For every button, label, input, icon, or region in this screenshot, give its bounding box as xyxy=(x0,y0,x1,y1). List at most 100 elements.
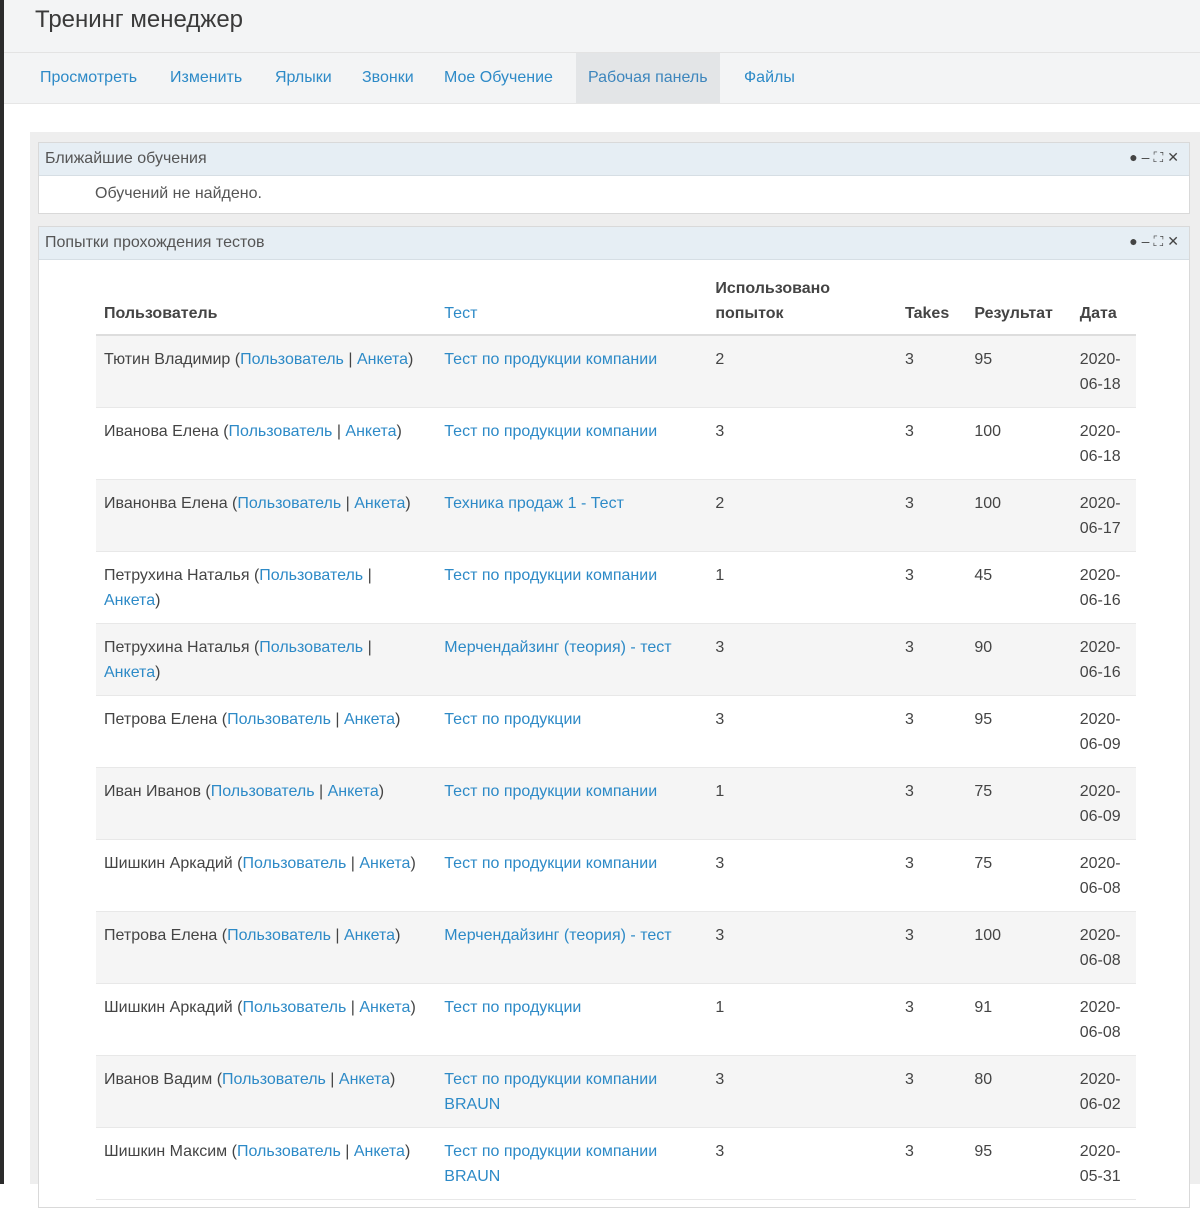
result-cell: 95 xyxy=(966,1127,1072,1200)
profile-link[interactable]: Анкета xyxy=(359,855,410,872)
user-link[interactable]: Пользователь xyxy=(227,927,331,944)
user-link[interactable]: Пользователь xyxy=(242,855,346,872)
paren-close: ) xyxy=(395,927,401,944)
block-title: Ближайшие обучения xyxy=(45,150,207,167)
test-cell: Тест по продукции xyxy=(436,983,708,1056)
test-link[interactable]: Тест по продукции xyxy=(444,999,581,1016)
minimize-icon[interactable]: – xyxy=(1142,149,1154,165)
close-icon[interactable]: ✕ xyxy=(1167,149,1183,165)
profile-link[interactable]: Анкета xyxy=(104,592,155,609)
test-link[interactable]: Мерчендайзинг (теория) - тест xyxy=(444,639,671,656)
user-link[interactable]: Пользователь xyxy=(242,999,346,1016)
test-link[interactable]: Тест по продукции компании xyxy=(444,855,657,872)
user-name: Петрухина Наталья xyxy=(104,639,250,656)
date-cell: 2020-06-18 xyxy=(1071,335,1136,408)
result-cell: 90 xyxy=(966,623,1072,696)
page: Тренинг менеджер Просмотреть Изменить Яр… xyxy=(4,0,1200,1208)
user-name: Тютин Владимир xyxy=(104,351,231,368)
tab-my-learning[interactable]: Мое Обучение xyxy=(432,53,565,103)
test-cell: Тест по продукции компании BRAUN xyxy=(436,1055,708,1128)
profile-link[interactable]: Анкета xyxy=(344,927,395,944)
test-link[interactable]: Тест по продукции компании BRAUN xyxy=(444,1071,657,1113)
tab-view[interactable]: Просмотреть xyxy=(28,53,149,103)
date-cell: 2020-06-08 xyxy=(1071,911,1136,984)
table-row: Петрова Елена (Пользователь | Анкета) Тес… xyxy=(96,695,1136,768)
link-separator: | xyxy=(346,999,360,1016)
settings-icon[interactable]: ● xyxy=(1129,149,1141,165)
tab-files[interactable]: Файлы xyxy=(732,53,807,103)
test-link[interactable]: Техника продаж 1 - Тест xyxy=(444,495,624,512)
link-separator: | xyxy=(314,783,328,800)
tab-labels[interactable]: Ярлыки xyxy=(263,53,344,103)
profile-link[interactable]: Анкета xyxy=(359,999,410,1016)
settings-icon[interactable]: ● xyxy=(1129,233,1141,249)
tab-calls[interactable]: Звонки xyxy=(350,53,426,103)
tab-edit[interactable]: Изменить xyxy=(158,53,254,103)
profile-link[interactable]: Анкета xyxy=(104,664,155,681)
paren-close: ) xyxy=(396,423,402,440)
page-header: Тренинг менеджер xyxy=(4,0,1200,53)
user-name: Шишкин Аркадий xyxy=(104,999,233,1016)
profile-link[interactable]: Анкета xyxy=(357,351,408,368)
test-cell: Мерчендайзинг (теория) - тест xyxy=(436,623,708,696)
paren-close: ) xyxy=(405,495,411,512)
test-link[interactable]: Тест по продукции xyxy=(444,711,581,728)
user-link[interactable]: Пользователь xyxy=(237,1143,341,1160)
user-link[interactable]: Пользователь xyxy=(259,639,363,656)
tab-dashboard[interactable]: Рабочая панель xyxy=(576,53,720,103)
profile-link[interactable]: Анкета xyxy=(344,711,395,728)
expand-icon[interactable]: ⛶ xyxy=(1153,149,1167,165)
user-link[interactable]: Пользователь xyxy=(259,567,363,584)
test-link[interactable]: Тест по продукции компании xyxy=(444,351,657,368)
paren-close: ) xyxy=(390,1071,396,1088)
user-link[interactable]: Пользователь xyxy=(211,783,315,800)
test-cell: Тест по продукции компании BRAUN xyxy=(436,1127,708,1200)
result-cell: 100 xyxy=(966,479,1072,552)
user-link[interactable]: Пользователь xyxy=(229,423,333,440)
used-attempts-cell: 3 xyxy=(707,623,898,696)
link-separator: | xyxy=(330,711,344,728)
link-separator: | xyxy=(341,495,355,512)
test-cell: Тест по продукции компании xyxy=(436,839,708,912)
user-cell: Петрухина Наталья (Пользователь | Анкета… xyxy=(96,623,437,696)
test-link[interactable]: Тест по продукции компании BRAUN xyxy=(444,1143,657,1185)
close-icon[interactable]: ✕ xyxy=(1167,233,1183,249)
user-link[interactable]: Пользователь xyxy=(227,711,331,728)
dashboard-region: Ближайшие обучения ●–⛶✕ Обучений не найд… xyxy=(30,132,1200,1208)
block-controls: ●–⛶✕ xyxy=(1129,149,1183,166)
table-body: Тютин Владимир (Пользователь | Анкета) Те… xyxy=(96,335,1136,1200)
upcoming-trainings-block: Ближайшие обучения ●–⛶✕ Обучений не найд… xyxy=(38,142,1190,214)
takes-cell: 3 xyxy=(897,479,967,552)
test-link[interactable]: Мерчендайзинг (теория) - тест xyxy=(444,927,671,944)
user-link[interactable]: Пользователь xyxy=(240,351,344,368)
user-name: Иванонва Елена xyxy=(104,495,228,512)
expand-icon[interactable]: ⛶ xyxy=(1153,233,1167,249)
profile-link[interactable]: Анкета xyxy=(345,423,396,440)
user-name: Иванова Елена xyxy=(104,423,219,440)
test-cell: Тест по продукции компании xyxy=(436,551,708,624)
user-link[interactable]: Пользователь xyxy=(222,1071,326,1088)
date-cell: 2020-05-31 xyxy=(1071,1127,1136,1200)
result-cell: 100 xyxy=(966,407,1072,480)
column-header-test[interactable]: Тест xyxy=(436,270,708,336)
test-link[interactable]: Тест по продукции компании xyxy=(444,783,657,800)
profile-link[interactable]: Анкета xyxy=(328,783,379,800)
column-header-user[interactable]: Пользователь xyxy=(96,270,437,336)
table-row: Иванонва Елена (Пользователь | Анкета) Те… xyxy=(96,479,1136,552)
result-cell: 95 xyxy=(966,335,1072,408)
user-name: Шишкин Максим xyxy=(104,1143,228,1160)
test-link[interactable]: Тест по продукции компании xyxy=(444,567,657,584)
takes-cell: 3 xyxy=(897,551,967,624)
user-cell: Тютин Владимир (Пользователь | Анкета) xyxy=(96,335,437,408)
profile-link[interactable]: Анкета xyxy=(339,1071,390,1088)
paren-close: ) xyxy=(395,711,401,728)
profile-link[interactable]: Анкета xyxy=(354,495,405,512)
minimize-icon[interactable]: – xyxy=(1142,233,1154,249)
profile-link[interactable]: Анкета xyxy=(354,1143,405,1160)
user-link[interactable]: Пользователь xyxy=(237,495,341,512)
test-link[interactable]: Тест по продукции компании xyxy=(444,423,657,440)
used-attempts-cell: 3 xyxy=(707,1127,898,1200)
takes-cell: 3 xyxy=(897,911,967,984)
paren-close: ) xyxy=(155,592,161,609)
paren-close: ) xyxy=(410,855,416,872)
